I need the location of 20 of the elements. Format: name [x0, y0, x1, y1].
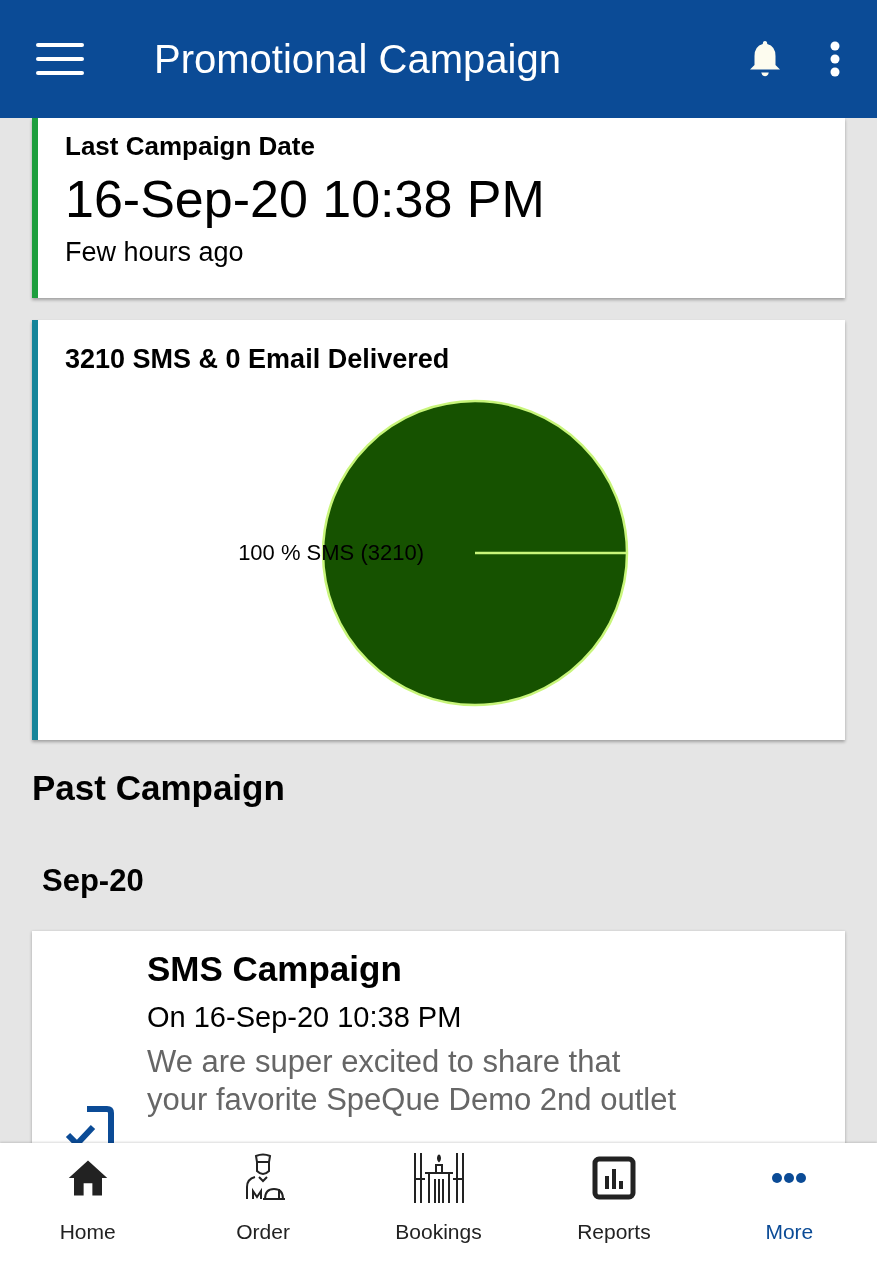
campaign-date: 16-Sep-20 10:38 PM — [65, 168, 546, 230]
nav-tab[interactable]: Reports — [526, 1143, 702, 1263]
app-title: Promotional Campaign — [154, 39, 561, 79]
more-vertical-icon[interactable] — [829, 41, 841, 77]
nav-tab[interactable]: Bookings — [350, 1143, 527, 1263]
nav-tab[interactable]: More — [701, 1143, 877, 1263]
more-icon — [771, 1171, 808, 1184]
section-heading: Past Campaign — [32, 770, 286, 805]
relative-time: Few hours ago — [65, 235, 245, 269]
card-label: Last Campaign Date — [65, 130, 316, 163]
bar-chart-icon — [591, 1155, 636, 1200]
campaign-card[interactable]: SMS Campaign On 16-Sep-20 10:38 PM We are super excited to share that your favorite SpeQue Demo 2nd outlet — [32, 931, 845, 1143]
bell-icon[interactable] — [747, 39, 783, 79]
nav-tab[interactable]: Home — [0, 1143, 176, 1263]
nav-tab[interactable]: Order — [175, 1143, 351, 1263]
month-heading: Sep-20 — [42, 865, 145, 896]
campaign-message: We are super excited to share that your favorite SpeQue Demo 2nd outlet — [147, 1043, 677, 1119]
card-title: 3210 SMS & 0 Email Delivered — [64, 345, 451, 373]
campaign-date: On 16-Sep-20 10:38 PM — [147, 999, 463, 1035]
campaign-title: SMS Campaign — [147, 948, 403, 990]
